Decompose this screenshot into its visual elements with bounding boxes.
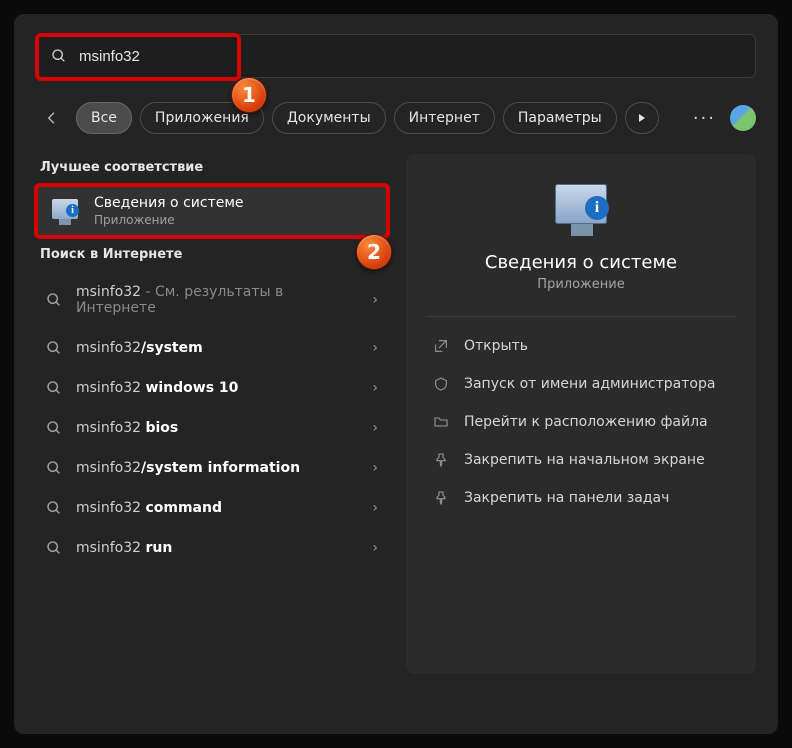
- web-result-item[interactable]: msinfo32/system information ›: [36, 448, 388, 488]
- web-result-item[interactable]: msinfo32 - См. результаты в Интернете ›: [36, 272, 388, 328]
- search-panel: Все Приложения Документы Интернет Параме…: [14, 14, 778, 734]
- chevron-right-icon: ›: [372, 292, 378, 308]
- run-admin-icon: [432, 375, 450, 393]
- more-options[interactable]: ···: [693, 108, 716, 129]
- filter-documents[interactable]: Документы: [272, 102, 386, 134]
- chevron-right-icon: ›: [372, 420, 378, 436]
- action-label: Закрепить на начальном экране: [464, 452, 705, 468]
- action-label: Закрепить на панели задач: [464, 490, 669, 506]
- web-result-label: msinfo32 command: [76, 500, 358, 516]
- divider: [426, 316, 736, 317]
- action-label: Открыть: [464, 338, 528, 354]
- search-icon: [46, 460, 62, 476]
- annotation-badge-2: 2: [356, 234, 392, 270]
- pin-taskbar-icon: [432, 489, 450, 507]
- search-input[interactable]: [79, 48, 741, 65]
- chevron-right-icon: ›: [372, 340, 378, 356]
- preview-subtitle: Приложение: [426, 277, 736, 292]
- preview-action[interactable]: Закрепить на панели задач: [426, 479, 736, 517]
- web-result-item[interactable]: msinfo32/system ›: [36, 328, 388, 368]
- action-label: Запуск от имени администратора: [464, 376, 715, 392]
- content-area: Лучшее соответствие i Сведения о системе…: [36, 154, 756, 674]
- preview-app-icon: i: [551, 180, 611, 236]
- right-controls: ···: [693, 102, 756, 134]
- best-match-heading: Лучшее соответствие: [40, 160, 384, 175]
- search-icon: [46, 380, 62, 396]
- web-result-label: msinfo32 windows 10: [76, 380, 358, 396]
- search-icon: [46, 540, 62, 556]
- web-result-item[interactable]: msinfo32 command ›: [36, 488, 388, 528]
- web-result-label: msinfo32/system: [76, 340, 358, 356]
- msinfo-icon: i: [50, 197, 80, 225]
- web-result-label: msinfo32 run: [76, 540, 358, 556]
- web-result-label: msinfo32 - См. результаты в Интернете: [76, 284, 358, 316]
- web-result-label: msinfo32/system information: [76, 460, 358, 476]
- search-icon: [46, 500, 62, 516]
- filter-all[interactable]: Все: [76, 102, 132, 134]
- best-match-item[interactable]: i Сведения о системе Приложение: [36, 185, 388, 237]
- search-box[interactable]: [36, 34, 756, 78]
- best-match-text: Сведения о системе Приложение: [94, 195, 244, 227]
- search-icon: [46, 292, 62, 308]
- search-icon: [46, 420, 62, 436]
- action-label: Перейти к расположению файла: [464, 414, 708, 430]
- chevron-right-icon: ›: [372, 460, 378, 476]
- web-heading: Поиск в Интернете: [40, 247, 384, 262]
- chevron-right-icon: ›: [372, 380, 378, 396]
- filter-row: Все Приложения Документы Интернет Параме…: [36, 102, 756, 134]
- best-match-subtitle: Приложение: [94, 213, 244, 227]
- web-result-item[interactable]: msinfo32 run ›: [36, 528, 388, 568]
- avatar[interactable]: [730, 105, 756, 131]
- folder-icon: [432, 413, 450, 431]
- preview-actions: Открыть Запуск от имени администратора Пер…: [426, 327, 736, 517]
- preview-pane: i Сведения о системе Приложение Открыть З…: [406, 154, 756, 674]
- preview-action[interactable]: Открыть: [426, 327, 736, 365]
- web-results-list: msinfo32 - См. результаты в Интернете›ms…: [36, 272, 388, 568]
- filter-internet[interactable]: Интернет: [394, 102, 495, 134]
- preview-action[interactable]: Перейти к расположению файла: [426, 403, 736, 441]
- search-icon: [46, 340, 62, 356]
- web-result-label: msinfo32 bios: [76, 420, 358, 436]
- preview-action[interactable]: Закрепить на начальном экране: [426, 441, 736, 479]
- open-icon: [432, 337, 450, 355]
- best-match-title: Сведения о системе: [94, 195, 244, 211]
- chevron-right-icon: ›: [372, 540, 378, 556]
- web-result-item[interactable]: msinfo32 windows 10 ›: [36, 368, 388, 408]
- filter-settings[interactable]: Параметры: [503, 102, 617, 134]
- results-column: Лучшее соответствие i Сведения о системе…: [36, 154, 388, 674]
- annotation-badge-1: 1: [231, 77, 267, 113]
- web-result-item[interactable]: msinfo32 bios ›: [36, 408, 388, 448]
- pin-start-icon: [432, 451, 450, 469]
- chevron-right-icon: ›: [372, 500, 378, 516]
- preview-action[interactable]: Запуск от имени администратора: [426, 365, 736, 403]
- back-button[interactable]: [36, 102, 68, 134]
- search-icon: [51, 48, 67, 64]
- preview-title: Сведения о системе: [426, 252, 736, 273]
- filter-more[interactable]: [625, 102, 659, 134]
